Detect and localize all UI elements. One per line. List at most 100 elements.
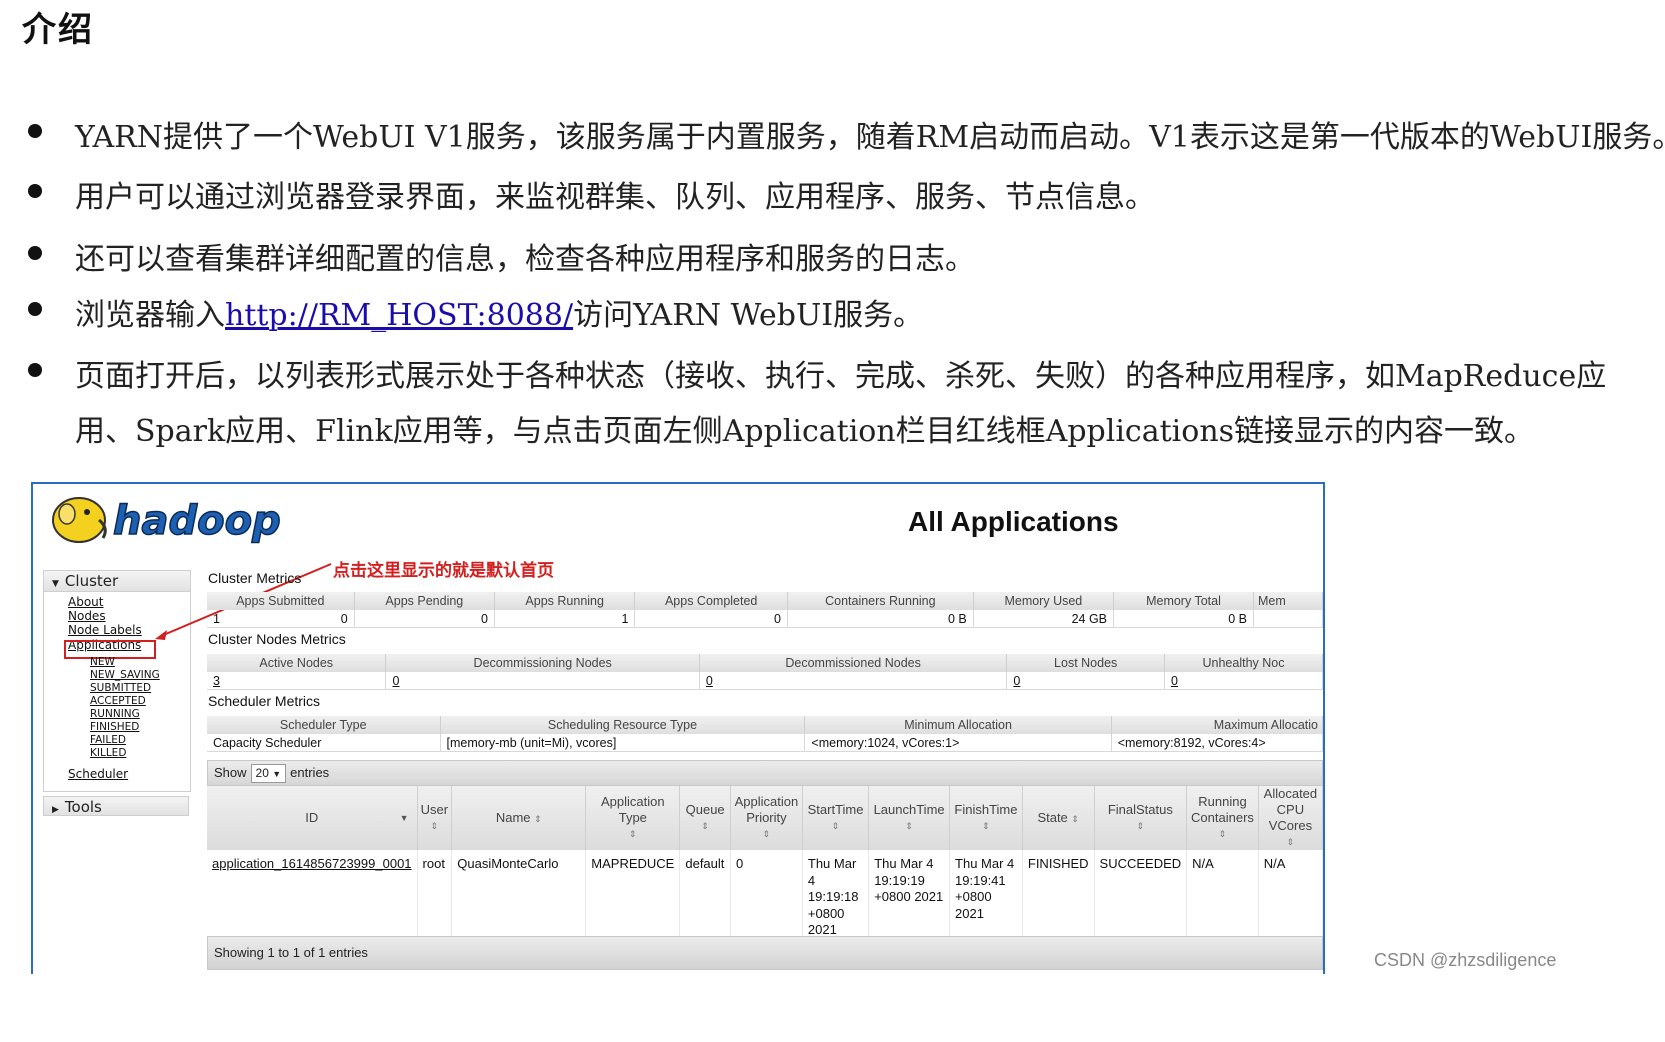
col-header-queue[interactable]: Queue ⇕ [679,786,731,850]
entries-select[interactable]: 20 ▼ [250,764,287,784]
col-header[interactable]: Apps Pending [354,592,496,610]
sidebar-item-nodes[interactable]: Nodes [68,609,106,623]
col-header[interactable]: Memory Total [1113,592,1254,610]
bullet-text-part: 启动而启动。 [969,120,1150,155]
nodes-metrics-table: Active Nodes Decommissioning Nodes Decom… [207,654,1323,690]
scheduler-cell: Capacity Scheduler [207,734,441,752]
col-header-state[interactable]: State ⇕ [1022,786,1095,850]
nodes-value-link[interactable]: 0 [392,674,399,688]
col-header[interactable]: Decommissioning Nodes [385,654,700,672]
page-heading: 介绍 [22,10,94,50]
col-header-id[interactable]: ID ▼ [207,786,418,850]
table-footer: Showing 1 to 1 of 1 entries [207,936,1323,970]
col-header[interactable]: Scheduling Resource Type [440,716,806,734]
watermark: CSDN @zhzsdiligence [1374,950,1557,970]
metric-cell: 10 [207,610,355,628]
sidebar-state-accepted[interactable]: ACCEPTED [90,695,146,707]
bullet-text-part: YARN WebUI [633,298,834,333]
sort-icon: ⇕ [831,821,840,831]
bullet-text: 用、Spark应用、Flink应用等，与点击页面左侧Application栏目红… [75,406,1534,450]
sidebar-state-running[interactable]: RUNNING [90,708,140,720]
nodes-value-link[interactable]: 0 [1013,674,1020,688]
scheduler-metrics-table: Scheduler Type Scheduling Resource Type … [207,716,1323,752]
metric-cell: 0 [634,610,788,628]
sidebar-state-failed[interactable]: FAILED [90,734,126,746]
col-header-running-containers[interactable]: Running Containers ⇕ [1186,786,1259,850]
col-header[interactable]: Minimum Allocation [804,716,1112,734]
col-header[interactable]: Apps Completed [634,592,788,610]
col-header-launchtime[interactable]: LaunchTime ⇕ [868,786,951,850]
col-header[interactable]: Decommissioned Nodes [699,654,1008,672]
sidebar-state-new[interactable]: NEW [90,656,115,668]
col-header-name[interactable]: Name ⇕ [451,786,587,850]
scheduler-cell: <memory:8192, vCores:4> [1111,734,1323,752]
sort-icon: ⇕ [629,829,637,839]
bullet-text: 还可以查看集群详细配置的信息，检查各种应用程序和服务的日志。 [75,234,975,278]
sort-icon: ⇕ [1136,821,1145,831]
sidebar-item-scheduler[interactable]: Scheduler [68,767,128,781]
sidebar-tools-header[interactable]: ▶ Tools [43,796,189,816]
page-title: All Applications [908,506,1119,537]
app-priority: 0 [730,850,803,945]
metric-cell: 0 [354,610,496,628]
app-user: root [417,850,453,945]
bullet-text-part: 提供了一个 [162,120,313,155]
sort-icon: ⇕ [762,829,771,839]
app-state: FINISHED [1022,850,1095,945]
col-header[interactable]: Apps Running [494,592,636,610]
col-header-finalstatus[interactable]: FinalStatus ⇕ [1094,786,1188,850]
col-header-type[interactable]: Application Type ⇕ [585,786,681,850]
bullet-text-part: 栏目红线框 [895,414,1046,449]
app-type: MAPREDUCE [585,850,681,945]
col-header-allocated-vcores[interactable]: Allocated CPU VCores ⇕ [1258,786,1323,850]
col-header-finishtime[interactable]: FinishTime ⇕ [949,786,1023,850]
cluster-metrics-table: Apps Submitted Apps Pending Apps Running… [207,592,1323,628]
bullet-text-part: 用、 [75,414,135,449]
sidebar-item-about[interactable]: About [68,595,103,609]
sidebar-state-killed[interactable]: KILLED [90,747,126,759]
col-header[interactable]: Apps Submitted [207,592,355,610]
nodes-metrics-label: Cluster Nodes Metrics [208,631,346,647]
app-id-link[interactable]: application_1614856723999_0001 [207,850,418,945]
bullet-text: YARN提供了一个WebUI V1服务，该服务属于内置服务，随着RM启动而启动。… [75,112,1665,156]
col-header[interactable]: Unhealthy Noc [1164,654,1323,672]
col-header[interactable]: Scheduler Type [207,716,441,734]
col-header[interactable]: Mem [1253,592,1323,610]
bullet-text-part: 访问 [573,298,634,333]
app-name: QuasiMonteCarlo [451,850,587,945]
sort-desc-icon: ▼ [399,813,409,823]
nodes-value-link[interactable]: 0 [1171,674,1178,688]
sort-icon: ⇕ [430,821,439,831]
sidebar-state-submitted[interactable]: SUBMITTED [90,682,151,694]
bullet-text-part: YARN [75,120,163,155]
bullet-dot-icon [28,184,42,198]
sidebar-cluster-label: Cluster [64,572,119,590]
svg-text:hadoop: hadoop [113,498,281,544]
scheduler-metrics-label: Scheduler Metrics [208,693,321,709]
col-header[interactable]: Maximum Allocatio [1111,716,1323,734]
sort-icon: ⇕ [1218,829,1227,839]
col-header[interactable]: Memory Used [973,592,1115,610]
col-header-priority[interactable]: Application Priority ⇕ [730,786,803,850]
sidebar-state-new-saving[interactable]: NEW_SAVING [90,669,160,681]
bullet-text-part: V1 [1149,120,1190,155]
nodes-value-link[interactable]: 0 [706,674,713,688]
rm-host-link[interactable]: http://RM_HOST:8088/ [225,298,573,333]
col-header[interactable]: Lost Nodes [1006,654,1165,672]
yarn-webui-screenshot: hadoop All Applications 点击这里显示的就是默认首页 ▼ C… [31,482,1325,974]
bullet-text-part: 服务。 [1592,120,1665,155]
col-header[interactable]: Containers Running [787,592,974,610]
col-header[interactable]: Active Nodes [207,654,387,672]
col-header-user[interactable]: User ⇕ [417,786,453,850]
metric-cell [1253,610,1323,628]
bullet-text: 页面打开后，以列表形式展示处于各种状态（接收、执行、完成、杀死、失败）的各种应用… [75,351,1606,395]
app-finalstatus: SUCCEEDED [1094,850,1188,945]
bullet-text-part: 服务。 [833,298,924,333]
sidebar-state-finished[interactable]: FINISHED [90,721,139,733]
sidebar-item-node-labels[interactable]: Node Labels [68,623,142,637]
nodes-value-link[interactable]: 3 [207,672,387,690]
app-queue: default [679,850,731,945]
col-header-starttime[interactable]: StartTime ⇕ [802,786,870,850]
bullet-text-part: Spark [135,414,226,449]
sidebar-cluster-header[interactable]: ▼ Cluster [44,571,190,592]
